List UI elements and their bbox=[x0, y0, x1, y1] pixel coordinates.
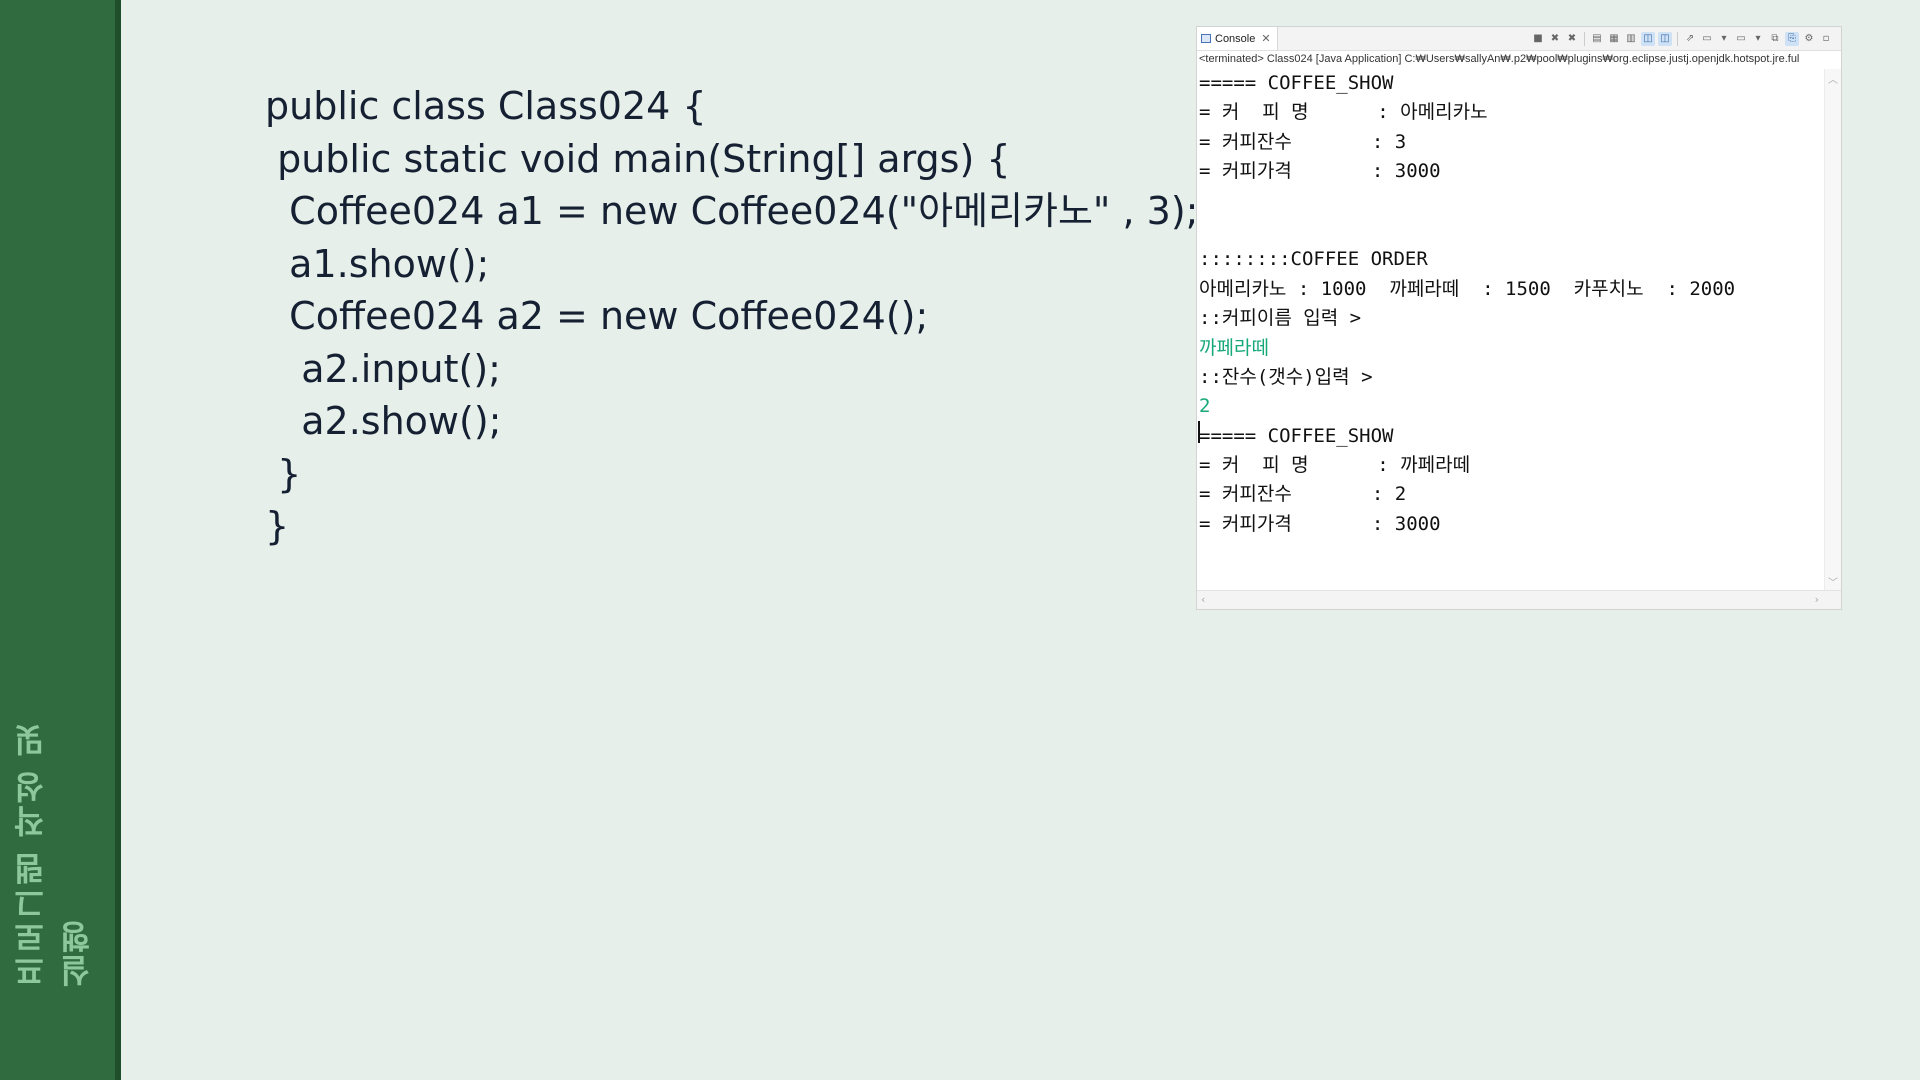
word-wrap-icon[interactable]: ▥ bbox=[1624, 32, 1638, 46]
console-line: 아메리카노 : 1000 까페라떼 : 1500 카푸치노 : 2000 bbox=[1199, 277, 1736, 300]
toolbar-separator bbox=[1584, 32, 1585, 46]
console-line: = 커피가격 : 3000 bbox=[1199, 160, 1441, 183]
open-console-icon[interactable]: ▭ bbox=[1734, 32, 1748, 46]
maximize-icon[interactable]: ▫ bbox=[1819, 32, 1833, 46]
clear-console-icon[interactable]: ▤ bbox=[1590, 32, 1604, 46]
code-line: a2.input(); bbox=[265, 346, 501, 391]
code-line: Coffee024 a1 = new Coffee024("아메리카노" , 3… bbox=[265, 189, 1199, 233]
close-icon[interactable]: ✕ bbox=[1261, 32, 1270, 45]
console-launch-path: <terminated> Class024 [Java Application]… bbox=[1199, 53, 1800, 65]
show-stdout-icon[interactable]: ◫ bbox=[1641, 32, 1655, 46]
scroll-right-icon[interactable]: › bbox=[1815, 593, 1819, 606]
console-input-line: 2 bbox=[1199, 395, 1211, 418]
console-line: ===== COFFEE_SHOW bbox=[1199, 72, 1394, 94]
console-icon bbox=[1201, 34, 1211, 43]
code-line: Coffee024 a2 = new Coffee024(); bbox=[265, 294, 929, 338]
gear-icon[interactable]: ⚙ bbox=[1802, 32, 1816, 46]
tab-console-label: Console bbox=[1215, 32, 1256, 45]
link-icon[interactable]: ⎘ bbox=[1785, 32, 1799, 46]
sidebar-edge bbox=[115, 0, 121, 1080]
console-line: ::::::::COFFEE ORDER bbox=[1199, 248, 1428, 271]
console-line: = 커피잔수 : 3 bbox=[1199, 130, 1407, 153]
console-line: = 커 피 명 : 아메리카노 bbox=[1199, 101, 1488, 124]
remove-all-icon[interactable]: ✖ bbox=[1565, 32, 1579, 46]
sidebar-title: 프로그램 작성 및 실행 bbox=[12, 722, 96, 987]
console-tabbar: Console ✕ ■ ✖ ✖ ▤ ▦ ▥ ◫ ◫ ⇗ ▭ ▾ ▭ ▾ ⧉ ⎘ … bbox=[1197, 27, 1841, 51]
console-line: = 커피잔수 : 2 bbox=[1199, 483, 1407, 506]
console-input-line: 까페라떼 bbox=[1199, 336, 1269, 359]
vertical-scrollbar[interactable]: ︿ ﹀ bbox=[1824, 69, 1841, 591]
scroll-left-icon[interactable]: ‹ bbox=[1201, 593, 1205, 606]
console-line: ===== COFFEE_SHOW bbox=[1199, 424, 1394, 447]
console-output[interactable]: ===== COFFEE_SHOW = 커 피 명 : 아메리카노 = 커피잔수 :… bbox=[1199, 69, 1825, 591]
console-line: = 커피가격 : 3000 bbox=[1199, 512, 1441, 535]
pin-console-icon[interactable]: ⇗ bbox=[1683, 32, 1697, 46]
code-block: public class Class024 { public static vo… bbox=[265, 80, 1198, 553]
terminate-icon[interactable]: ■ bbox=[1531, 32, 1545, 46]
code-line: public class Class024 { bbox=[265, 84, 707, 128]
scroll-down-icon[interactable]: ﹀ bbox=[1825, 574, 1841, 589]
toolbar-separator bbox=[1677, 32, 1678, 46]
text-cursor bbox=[1198, 421, 1200, 443]
code-line: a1.show(); bbox=[265, 241, 490, 286]
code-line: } bbox=[265, 504, 290, 548]
scroll-lock-icon[interactable]: ▦ bbox=[1607, 32, 1621, 46]
tab-console[interactable]: Console ✕ bbox=[1197, 27, 1278, 50]
scroll-up-icon[interactable]: ︿ bbox=[1825, 71, 1841, 86]
copy-icon[interactable]: ⧉ bbox=[1768, 32, 1782, 46]
chevron-down-icon[interactable]: ▾ bbox=[1717, 32, 1731, 46]
code-line: a2.show(); bbox=[265, 399, 502, 443]
code-line: } bbox=[265, 451, 302, 496]
remove-launch-icon[interactable]: ✖ bbox=[1548, 32, 1562, 46]
code-line: public static void main(String[] args) { bbox=[265, 136, 1011, 181]
display-console-icon[interactable]: ▭ bbox=[1700, 32, 1714, 46]
horizontal-scrollbar[interactable]: ‹ › bbox=[1197, 590, 1841, 609]
console-line: ::커피이름 입력 > bbox=[1199, 307, 1362, 330]
show-stderr-icon[interactable]: ◫ bbox=[1658, 32, 1672, 46]
sidebar: 프로그램 작성 및 실행 bbox=[0, 0, 115, 1080]
console-line: = 커 피 명 : 까페라떼 bbox=[1199, 454, 1471, 477]
chevron-down-icon[interactable]: ▾ bbox=[1751, 32, 1765, 46]
console-view: Console ✕ ■ ✖ ✖ ▤ ▦ ▥ ◫ ◫ ⇗ ▭ ▾ ▭ ▾ ⧉ ⎘ … bbox=[1196, 26, 1842, 610]
console-line: ::잔수(갯수)입력 > bbox=[1199, 365, 1373, 388]
console-toolbar: ■ ✖ ✖ ▤ ▦ ▥ ◫ ◫ ⇗ ▭ ▾ ▭ ▾ ⧉ ⎘ ⚙ ▫ bbox=[1531, 31, 1833, 47]
